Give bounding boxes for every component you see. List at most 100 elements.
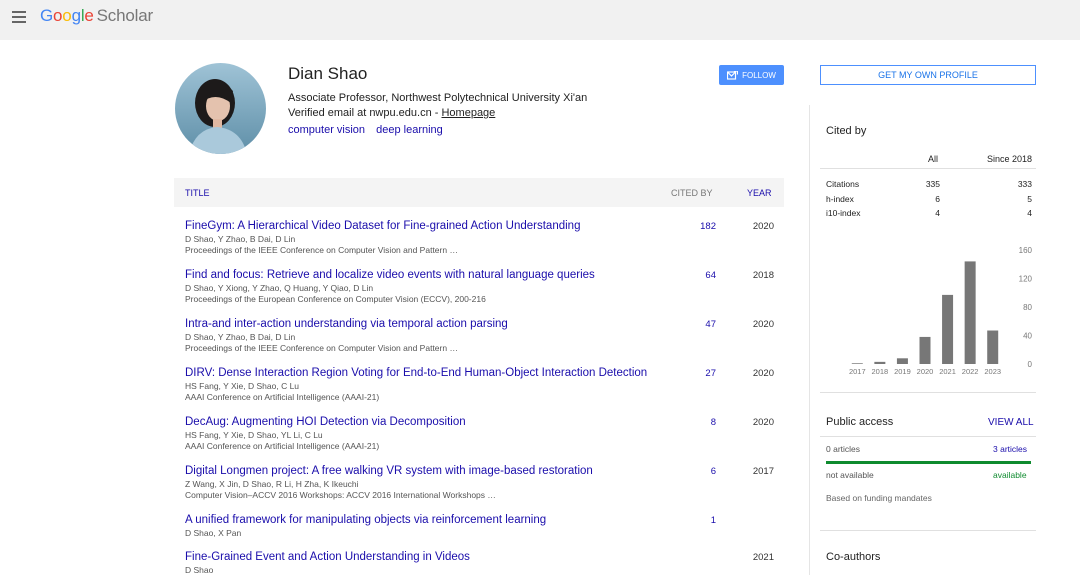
article-title-link[interactable]: Fine-Grained Event and Action Understand… — [185, 551, 470, 563]
stat-all: 4 — [935, 208, 940, 218]
view-all-link[interactable]: VIEW ALL — [988, 417, 1034, 428]
stat-label: i10-index — [826, 208, 861, 218]
x-tick-label: 2022 — [962, 367, 979, 376]
y-tick-label: 40 — [1023, 332, 1032, 341]
x-tick-label: 2018 — [872, 367, 889, 376]
table-row: DecAug: Augmenting HOI Detection via Dec… — [174, 413, 784, 462]
article-title-link[interactable]: A unified framework for manipulating obj… — [185, 514, 546, 526]
logo-letter: o — [53, 6, 63, 25]
interest-link[interactable]: computer vision — [288, 124, 365, 136]
stat-row-citations: Citations 335 333 — [826, 179, 1032, 193]
chart-bar[interactable] — [874, 361, 886, 364]
article-venue: AAAI Conference on Artificial Intelligen… — [185, 392, 380, 402]
chart-bar[interactable] — [964, 261, 976, 364]
article-title-link[interactable]: DecAug: Augmenting HOI Detection via Dec… — [185, 416, 466, 428]
cited-by-count[interactable]: 64 — [674, 270, 716, 281]
cited-by-count[interactable]: 47 — [674, 319, 716, 330]
chart-bar[interactable] — [851, 363, 863, 364]
section-divider — [820, 436, 1036, 437]
article-year: 2018 — [752, 270, 774, 281]
chart-bar[interactable] — [942, 294, 954, 364]
sort-by-year[interactable]: YEAR — [747, 188, 772, 198]
article-year: 2020 — [752, 221, 774, 232]
table-row: Fine-Grained Event and Action Understand… — [174, 548, 784, 575]
x-tick-label: 2019 — [894, 367, 911, 376]
verified-email-text: Verified email at nwpu.edu.cn - — [288, 107, 442, 119]
table-row: Digital Longmen project: A free walking … — [174, 462, 784, 511]
sidebar-divider — [809, 105, 810, 575]
profile-name: Dian Shao — [288, 64, 368, 83]
sort-by-title[interactable]: TITLE — [185, 188, 210, 198]
article-venue: Proceedings of the European Conference o… — [185, 294, 486, 304]
table-row: DIRV: Dense Interaction Region Voting fo… — [174, 364, 784, 413]
article-authors: D Shao, Y Xiong, Y Zhao, Q Huang, Y Qiao… — [185, 283, 374, 293]
stat-since: 333 — [1017, 179, 1032, 189]
pa-not-available-label: not available — [826, 470, 874, 480]
cited-by-title: Cited by — [826, 125, 867, 137]
hamburger-menu-icon[interactable] — [12, 11, 26, 23]
chart-bar[interactable] — [896, 358, 908, 364]
logo-letter: G — [40, 6, 54, 25]
google-scholar-logo[interactable]: Google Scholar — [40, 6, 153, 26]
stat-label: Citations — [826, 179, 860, 189]
section-divider — [820, 530, 1036, 531]
article-title-link[interactable]: Digital Longmen project: A free walking … — [185, 465, 593, 477]
article-authors: D Shao, X Pan — [185, 528, 242, 538]
article-authors: HS Fang, Y Xie, D Shao, YL Li, C Lu — [185, 430, 323, 440]
article-authors: D Shao — [185, 565, 214, 575]
article-year: 2017 — [752, 466, 774, 477]
x-tick-label: 2017 — [849, 367, 866, 376]
article-year: 2020 — [752, 319, 774, 330]
article-title-link[interactable]: FineGym: A Hierarchical Video Dataset fo… — [185, 220, 580, 232]
pa-not-available-count[interactable]: 0 articles — [826, 444, 860, 454]
stat-since: 5 — [1027, 194, 1032, 204]
article-title-link[interactable]: DIRV: Dense Interaction Region Voting fo… — [185, 367, 647, 379]
col-all: All — [928, 154, 939, 164]
cited-by-count[interactable]: 6 — [674, 466, 716, 477]
article-authors: D Shao, Y Zhao, B Dai, D Lin — [185, 234, 296, 244]
cited-by-count[interactable]: 1 — [674, 515, 716, 526]
get-my-own-profile-button[interactable]: GET MY OWN PROFILE — [820, 65, 1036, 85]
table-row: FineGym: A Hierarchical Video Dataset fo… — [174, 217, 784, 266]
stat-label: h-index — [826, 194, 854, 204]
avatar-image — [175, 63, 266, 154]
pa-available-count[interactable]: 3 articles — [993, 444, 1027, 454]
cited-by-count[interactable]: 27 — [674, 368, 716, 379]
logo-letter: g — [71, 6, 81, 25]
article-venue: Proceedings of the IEEE Conference on Co… — [185, 343, 458, 353]
articles-list: FineGym: A Hierarchical Video Dataset fo… — [174, 217, 784, 575]
article-authors: Z Wang, X Jin, D Shao, R Li, H Zha, K Ik… — [185, 479, 359, 489]
section-divider — [820, 392, 1036, 393]
chart-bar[interactable] — [987, 330, 999, 364]
stat-all: 6 — [935, 194, 940, 204]
article-venue: Proceedings of the IEEE Conference on Co… — [185, 245, 458, 255]
logo-letter: o — [62, 6, 72, 25]
sort-by-cited[interactable]: CITED BY — [671, 188, 713, 198]
homepage-link[interactable]: Homepage — [441, 107, 495, 119]
y-tick-label: 0 — [1028, 360, 1033, 369]
interest-link[interactable]: deep learning — [376, 124, 443, 136]
co-authors-title: Co-authors — [826, 551, 881, 563]
follow-label: FOLLOW — [742, 70, 776, 80]
profile-email: Verified email at nwpu.edu.cn - Homepage — [288, 107, 495, 119]
article-authors: D Shao, Y Zhao, B Dai, D Lin — [185, 332, 296, 342]
x-tick-label: 2021 — [939, 367, 956, 376]
y-tick-label: 80 — [1023, 303, 1032, 312]
pa-funding-note: Based on funding mandates — [826, 493, 932, 503]
public-access-bar — [826, 461, 1031, 464]
article-venue: Computer Vision–ACCV 2016 Workshops: ACC… — [185, 490, 496, 500]
article-venue: AAAI Conference on Artificial Intelligen… — [185, 441, 380, 451]
pa-available-label: available — [993, 470, 1027, 480]
cited-by-table-header: All Since 2018 — [820, 147, 1036, 169]
chart-bar[interactable] — [919, 336, 931, 364]
article-title-link[interactable]: Find and focus: Retrieve and localize vi… — [185, 269, 595, 281]
article-year: 2020 — [752, 368, 774, 379]
cited-by-count[interactable]: 182 — [674, 221, 716, 232]
public-access-title: Public access — [826, 416, 894, 428]
follow-button[interactable]: FOLLOW — [719, 65, 784, 85]
y-tick-label: 120 — [1019, 275, 1033, 284]
envelope-follow-icon — [727, 70, 739, 80]
article-title-link[interactable]: Intra-and inter-action understanding via… — [185, 318, 508, 330]
col-since: Since 2018 — [986, 154, 1032, 164]
cited-by-count[interactable]: 8 — [674, 417, 716, 428]
